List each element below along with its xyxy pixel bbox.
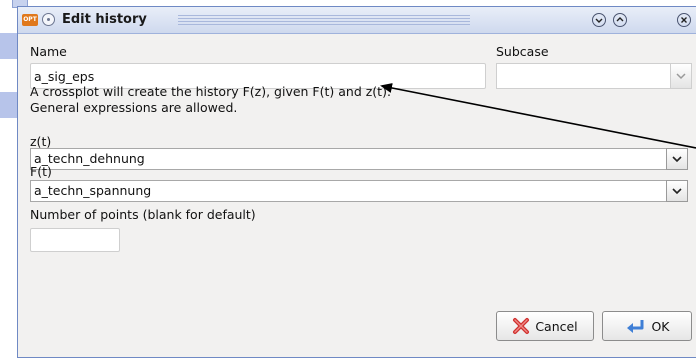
name-label: Name	[30, 44, 67, 59]
ok-arrow-icon	[627, 320, 644, 333]
chevron-down-icon	[672, 188, 682, 195]
close-button[interactable]	[677, 13, 691, 27]
background-tab	[0, 92, 18, 118]
f-value: a_techn_spannung	[34, 183, 152, 198]
chevron-up-icon	[616, 17, 624, 22]
description-line: A crossplot will create the history F(z)…	[30, 84, 391, 99]
window-title: Edit history	[62, 12, 147, 27]
z-combo[interactable]: a_techn_dehnung	[30, 148, 688, 170]
f-dropdown-button[interactable]	[666, 180, 688, 202]
ok-button-label: OK	[651, 318, 670, 334]
edit-history-dialog: OPT Edit history Name Subcase A crossplo…	[17, 6, 696, 358]
minimize-button[interactable]	[592, 13, 606, 27]
chevron-down-icon	[676, 73, 686, 80]
maximize-button[interactable]	[613, 13, 627, 27]
background-tab	[0, 33, 18, 59]
f-label: F(t)	[30, 164, 52, 179]
chevron-down-icon	[672, 156, 682, 163]
chevron-down-icon	[595, 18, 603, 23]
description-text: A crossplot will create the history F(z)…	[30, 84, 391, 116]
subcase-combo[interactable]	[496, 63, 692, 89]
z-dropdown-button[interactable]	[666, 148, 688, 170]
ok-button[interactable]: OK	[602, 311, 692, 341]
f-combo[interactable]: a_techn_spannung	[30, 180, 688, 202]
subcase-label: Subcase	[496, 44, 549, 59]
subcase-dropdown-button[interactable]	[670, 63, 692, 89]
points-label: Number of points (blank for default)	[30, 207, 256, 222]
description-line: General expressions are allowed.	[30, 100, 238, 115]
cancel-button-label: Cancel	[535, 318, 578, 334]
points-input[interactable]	[30, 228, 120, 252]
window-menu-icon[interactable]	[42, 13, 55, 26]
z-label: z(t)	[30, 134, 52, 149]
cancel-button[interactable]: Cancel	[496, 311, 594, 341]
title-bar[interactable]: OPT Edit history	[18, 7, 696, 34]
cancel-x-icon	[513, 318, 530, 334]
app-icon: OPT	[22, 14, 38, 26]
title-bar-grip	[178, 15, 470, 25]
close-icon	[681, 17, 687, 23]
